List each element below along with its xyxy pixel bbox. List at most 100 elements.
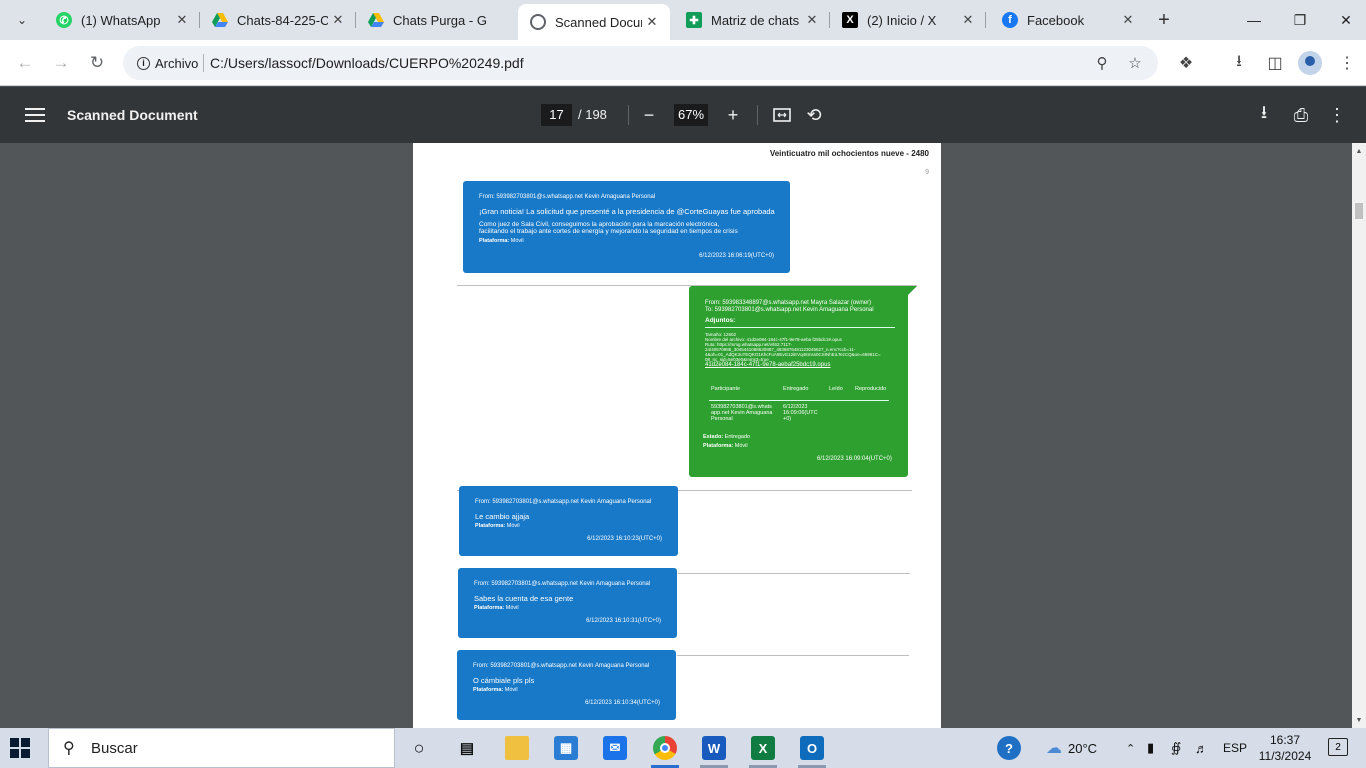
tab-facebook[interactable]: f Facebook ✕ bbox=[990, 4, 1146, 36]
close-icon[interactable]: ✕ bbox=[958, 10, 978, 30]
fit-page-icon[interactable] bbox=[770, 103, 794, 127]
incoming-message: From: 593982703801@s.whatsapp.net Kevin … bbox=[457, 650, 676, 720]
message-to: To: 593982703801@s.whatsapp.net Kevin Am… bbox=[705, 307, 874, 313]
profile-avatar[interactable] bbox=[1298, 51, 1322, 75]
clock-time: 16:37 bbox=[1269, 733, 1301, 747]
page-number-input[interactable]: 17 bbox=[541, 104, 572, 126]
message-text: O cámbiale pls pls bbox=[473, 676, 535, 685]
outlook-icon[interactable]: O bbox=[800, 736, 824, 760]
message-timestamp: 6/12/2023 16:10:34(UTC+0) bbox=[585, 700, 660, 706]
hamburger-menu-icon[interactable] bbox=[24, 104, 46, 126]
windows-start-icon[interactable] bbox=[10, 738, 30, 758]
page-total: / 198 bbox=[578, 107, 607, 122]
print-icon[interactable]: ⎙ bbox=[1289, 103, 1313, 127]
url-text[interactable]: C:/Users/lassocf/Downloads/CUERPO%20249.… bbox=[210, 55, 524, 71]
tab-title: (1) WhatsApp bbox=[81, 12, 161, 28]
tab-strip: ⌄ ✆ (1) WhatsApp ✕ Chats-84-225-C ✕ Chat… bbox=[0, 0, 1366, 40]
close-icon[interactable]: ✕ bbox=[328, 10, 348, 30]
forward-button[interactable]: → bbox=[47, 49, 75, 77]
message-from: From: 593983348897@s.whatsapp.net Mayra … bbox=[705, 300, 872, 306]
download-pdf-icon[interactable]: ⭳ bbox=[1252, 102, 1276, 127]
rotate-icon[interactable]: ⟲ bbox=[802, 103, 826, 127]
more-menu-icon[interactable]: ⋮ bbox=[1333, 49, 1361, 77]
network-icon[interactable]: ▮ bbox=[1147, 728, 1154, 768]
platform-value: Móvil bbox=[506, 523, 520, 529]
word-icon[interactable]: W bbox=[702, 736, 726, 760]
help-icon[interactable]: ? bbox=[997, 736, 1021, 760]
vertical-scrollbar[interactable]: ▲ ▼ bbox=[1352, 143, 1366, 728]
task-view-icon[interactable]: ▤ bbox=[455, 736, 479, 760]
tab-x[interactable]: X (2) Inicio / X ✕ bbox=[830, 4, 986, 36]
minimize-button[interactable]: — bbox=[1231, 0, 1277, 40]
zoom-out-button[interactable]: − bbox=[637, 103, 661, 127]
download-icon[interactable]: ⭳ bbox=[1225, 49, 1253, 77]
message-text: Sabes la cuenta de esa gente bbox=[474, 594, 574, 603]
new-tab-button[interactable]: + bbox=[1152, 8, 1176, 32]
bookmark-star-icon[interactable]: ☆ bbox=[1125, 53, 1145, 73]
notification-center-icon[interactable]: 2 bbox=[1328, 738, 1348, 756]
tab-drive-purga[interactable]: Chats Purga - G bbox=[356, 4, 518, 36]
file-explorer-icon[interactable] bbox=[505, 736, 529, 760]
site-info-chip[interactable]: i Archivo bbox=[129, 51, 206, 75]
tab-matriz[interactable]: ✚ Matriz de chats ✕ bbox=[674, 4, 830, 36]
zoom-input[interactable]: 67% bbox=[674, 104, 708, 126]
excel-icon[interactable]: X bbox=[751, 736, 775, 760]
pdf-more-icon[interactable]: ⋮ bbox=[1325, 103, 1349, 127]
restore-button[interactable]: ❐ bbox=[1277, 0, 1323, 40]
chrome-pdf-icon bbox=[530, 14, 546, 30]
wifi-icon[interactable]: ∯ bbox=[1171, 728, 1181, 768]
taskbar-search[interactable]: ⚲ Buscar bbox=[48, 728, 395, 768]
address-bar[interactable]: i Archivo C:/Users/lassocf/Downloads/CUE… bbox=[123, 46, 1158, 80]
whatsapp-icon: ✆ bbox=[56, 12, 72, 28]
close-icon[interactable]: ✕ bbox=[802, 10, 822, 30]
cortana-icon[interactable]: ○ bbox=[407, 736, 431, 760]
taskbar: ⚲ Buscar ○ ▤ ▦ ✉ W X O ? ☁ 20°C ⌃ ▮ ∯ ♬ … bbox=[0, 728, 1366, 768]
scroll-down-icon[interactable]: ▼ bbox=[1354, 715, 1364, 725]
show-hidden-icons-icon[interactable]: ⌃ bbox=[1126, 728, 1135, 768]
clock[interactable]: 16:37 11/3/2024 bbox=[1254, 732, 1316, 764]
platform-label: Plataforma: bbox=[473, 687, 504, 693]
tab-title: (2) Inicio / X bbox=[867, 12, 937, 28]
close-icon[interactable]: ✕ bbox=[1118, 10, 1138, 30]
side-panel-icon[interactable]: ◫ bbox=[1261, 49, 1289, 77]
tab-search-chevron-icon[interactable]: ⌄ bbox=[6, 6, 38, 34]
close-icon[interactable]: ✕ bbox=[172, 10, 192, 30]
microsoft-store-icon[interactable]: ▦ bbox=[554, 736, 578, 760]
scroll-thumb[interactable] bbox=[1355, 203, 1363, 219]
zoom-icon[interactable]: ⚲ bbox=[1092, 53, 1112, 73]
attachment-link[interactable]: 41d2e084-184c-47f1-9e78-aebaf25bdc19.opu… bbox=[705, 362, 830, 368]
message-timestamp: 6/12/2023 16:10:23(UTC+0) bbox=[587, 536, 662, 542]
google-drive-icon bbox=[212, 12, 228, 28]
platform-value: Móvil bbox=[510, 238, 524, 244]
scroll-up-icon[interactable]: ▲ bbox=[1354, 146, 1364, 156]
message-text: ¡Gran noticia! La solicitud que presenté… bbox=[479, 207, 775, 216]
weather-widget[interactable]: ☁ 20°C bbox=[1046, 728, 1097, 768]
message-timestamp: 6/12/2023 16:09:04(UTC+0) bbox=[817, 456, 892, 462]
mail-icon[interactable]: ✉ bbox=[603, 736, 627, 760]
language-indicator[interactable]: ESP bbox=[1223, 728, 1247, 768]
tab-title: Matriz de chats bbox=[711, 12, 800, 28]
close-window-button[interactable]: ✕ bbox=[1323, 0, 1366, 40]
reload-button[interactable]: ↻ bbox=[83, 49, 111, 77]
close-icon[interactable]: ✕ bbox=[642, 12, 662, 32]
tab-scanned-document[interactable]: Scanned Docum ✕ bbox=[518, 4, 670, 40]
back-button[interactable]: ← bbox=[11, 49, 39, 77]
tab-whatsapp[interactable]: ✆ (1) WhatsApp ✕ bbox=[44, 4, 200, 36]
tab-title: Facebook bbox=[1027, 12, 1085, 28]
message-from: From: 593982703801@s.whatsapp.net Kevin … bbox=[473, 663, 650, 669]
message-text: Le cambio ajjaja bbox=[475, 512, 530, 521]
incoming-message: From: 593982703801@s.whatsapp.net Kevin … bbox=[463, 181, 790, 273]
tab-title: Scanned Docum bbox=[555, 14, 642, 30]
incoming-message: From: 593982703801@s.whatsapp.net Kevin … bbox=[458, 568, 677, 638]
extensions-icon[interactable]: ❖ bbox=[1172, 49, 1200, 77]
weather-temp: 20°C bbox=[1068, 740, 1098, 756]
attachments-label: Adjuntos: bbox=[705, 317, 736, 324]
tab-drive-chats[interactable]: Chats-84-225-C ✕ bbox=[200, 4, 356, 36]
zoom-in-button[interactable]: + bbox=[721, 103, 745, 127]
pdf-viewport[interactable]: Veinticuatro mil ochocientos nueve - 248… bbox=[0, 143, 1366, 728]
site-chip-label: Archivo bbox=[155, 55, 199, 71]
status-label: Estado: bbox=[703, 434, 724, 440]
volume-icon[interactable]: ♬ bbox=[1195, 728, 1208, 768]
delivered-time: 6/12/2023 16:09:06(UTC +0) bbox=[783, 404, 818, 422]
chrome-icon[interactable] bbox=[653, 736, 677, 760]
